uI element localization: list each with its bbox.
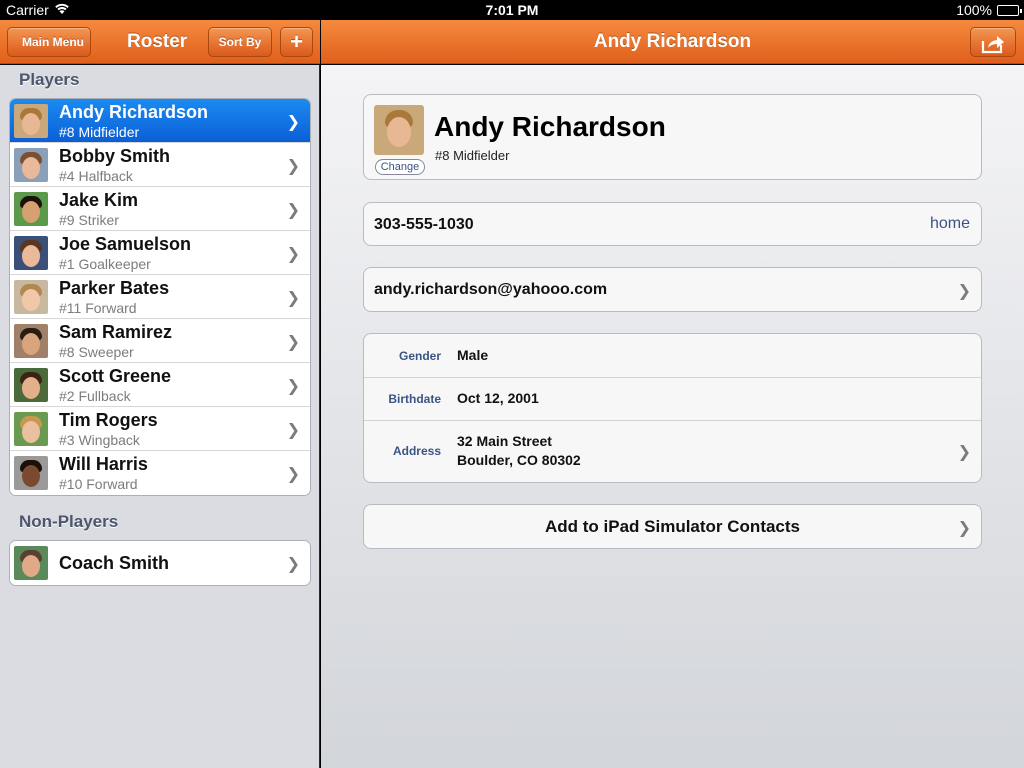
roster-row-name: Tim Rogers	[59, 410, 158, 430]
roster-row-name: Parker Bates	[59, 278, 170, 298]
roster-row[interactable]: Scott Greene #2 Fullback ❯	[10, 363, 310, 407]
gender-value: Male	[457, 347, 489, 363]
birthdate-value: Oct 12, 2001	[457, 390, 539, 406]
player-avatar	[14, 456, 48, 490]
email-row[interactable]: andy.richardson@yahooo.com ❯	[363, 267, 982, 312]
share-button[interactable]	[970, 27, 1016, 57]
roster-row[interactable]: Jake Kim #9 Striker ❯	[10, 187, 310, 231]
chevron-right-icon: ❯	[286, 114, 300, 131]
main-menu-button[interactable]: Main Menu	[7, 27, 91, 57]
detail-nav-bar: Andy Richardson	[321, 20, 1024, 64]
players-section-header: Players	[19, 70, 80, 89]
players-list: Andy Richardson #8 Midfielder ❯ Bobby Smith…	[9, 98, 311, 496]
roster-row[interactable]: Sam Ramirez #8 Sweeper ❯	[10, 319, 310, 363]
player-photo[interactable]	[374, 105, 424, 155]
birthdate-label: Birthdate	[388, 392, 441, 406]
battery-percent: 100%	[956, 2, 992, 18]
roster-row-name: Scott Greene	[59, 366, 172, 386]
chevron-right-icon: ❯	[286, 378, 300, 395]
birthdate-row[interactable]: Birthdate Oct 12, 2001	[364, 378, 981, 421]
player-name: Andy Richardson	[434, 111, 666, 142]
chevron-right-icon: ❯	[286, 466, 300, 483]
roster-row-name: Joe Samuelson	[59, 234, 192, 254]
add-to-contacts-button[interactable]: Add to iPad Simulator Contacts ❯	[363, 504, 982, 549]
roster-row[interactable]: Andy Richardson #8 Midfielder ❯	[10, 99, 310, 143]
non-players-list: Coach Smith ❯	[9, 540, 311, 586]
player-avatar	[14, 236, 48, 270]
roster-row[interactable]: Tim Rogers #3 Wingback ❯	[10, 407, 310, 451]
player-avatar	[14, 412, 48, 446]
roster-row[interactable]: Parker Bates #11 Forward ❯	[10, 275, 310, 319]
player-header-card: Change Andy Richardson #8 Midfielder	[363, 94, 982, 180]
roster-title: Roster	[127, 31, 188, 52]
add-player-button[interactable]: +	[280, 27, 313, 57]
chevron-right-icon: ❯	[286, 334, 300, 351]
info-card: Gender Male Birthdate Oct 12, 2001 Addre…	[363, 333, 982, 483]
roster-row-name: Sam Ramirez	[59, 322, 173, 342]
chevron-right-icon: ❯	[286, 290, 300, 307]
phone-row[interactable]: 303-555-1030 home	[363, 202, 982, 246]
player-avatar	[14, 192, 48, 226]
roster-row-detail: #11 Forward	[59, 300, 137, 316]
share-icon	[981, 36, 1004, 54]
roster-row-detail: #3 Wingback	[59, 432, 140, 448]
sort-by-button[interactable]: Sort By	[208, 27, 272, 57]
clock: 7:01 PM	[485, 2, 539, 18]
address-line-1: 32 Main Street	[457, 433, 552, 449]
chevron-right-icon: ❯	[286, 246, 300, 263]
phone-type-label: home	[929, 215, 970, 232]
roster-row[interactable]: Coach Smith ❯	[10, 541, 310, 585]
roster-row-detail: #4 Halfback	[59, 168, 133, 184]
roster-row[interactable]: Bobby Smith #4 Halfback ❯	[10, 143, 310, 187]
player-avatar	[14, 280, 48, 314]
roster-row[interactable]: Will Harris #10 Forward ❯	[10, 451, 310, 495]
chevron-right-icon: ❯	[286, 556, 300, 573]
player-position: #8 Midfielder	[435, 148, 510, 163]
player-avatar	[14, 546, 48, 580]
roster-row-detail: #8 Sweeper	[59, 344, 134, 360]
roster-row-name: Jake Kim	[59, 190, 139, 210]
roster-row-name: Bobby Smith	[59, 146, 170, 166]
chevron-right-icon: ❯	[957, 520, 971, 537]
player-detail-pane: Change Andy Richardson #8 Midfielder 303…	[321, 65, 1024, 768]
roster-row[interactable]: Joe Samuelson #1 Goalkeeper ❯	[10, 231, 310, 275]
add-to-contacts-label: Add to iPad Simulator Contacts	[544, 517, 801, 536]
roster-row-detail: #8 Midfielder	[59, 124, 140, 140]
change-photo-button[interactable]: Change	[375, 159, 425, 175]
detail-title: Andy Richardson	[593, 31, 752, 52]
roster-row-name: Will Harris	[59, 454, 148, 474]
chevron-right-icon: ❯	[957, 283, 971, 300]
phone-number: 303-555-1030	[374, 216, 474, 233]
address-label: Address	[392, 444, 441, 458]
roster-nav-bar: Main Menu Roster Sort By +	[0, 20, 320, 64]
gender-label: Gender	[398, 349, 441, 363]
email-address: andy.richardson@yahooo.com	[374, 281, 608, 298]
chevron-right-icon: ❯	[286, 158, 300, 175]
non-players-section-header: Non-Players	[19, 512, 119, 531]
gender-row[interactable]: Gender Male	[364, 334, 981, 378]
chevron-right-icon: ❯	[286, 422, 300, 439]
player-avatar	[14, 148, 48, 182]
roster-row-detail: #1 Goalkeeper	[59, 256, 151, 272]
chevron-right-icon: ❯	[957, 444, 971, 461]
roster-row-name: Coach Smith	[59, 553, 170, 573]
address-row[interactable]: Address 32 Main Street Boulder, CO 80302…	[364, 421, 981, 482]
player-avatar	[14, 324, 48, 358]
status-bar: Carrier 7:01 PM 100%	[0, 0, 1024, 20]
roster-row-detail: #10 Forward	[59, 476, 138, 492]
player-avatar	[14, 104, 48, 138]
roster-row-detail: #2 Fullback	[59, 388, 131, 404]
roster-row-detail: #9 Striker	[59, 212, 119, 228]
roster-sidebar: Players Andy Richardson #8 Midfielder ❯ Bob…	[0, 65, 320, 768]
chevron-right-icon: ❯	[286, 202, 300, 219]
roster-row-name: Andy Richardson	[59, 102, 209, 122]
player-avatar	[14, 368, 48, 402]
address-line-2: Boulder, CO 80302	[457, 452, 581, 468]
battery-icon	[997, 5, 1022, 16]
